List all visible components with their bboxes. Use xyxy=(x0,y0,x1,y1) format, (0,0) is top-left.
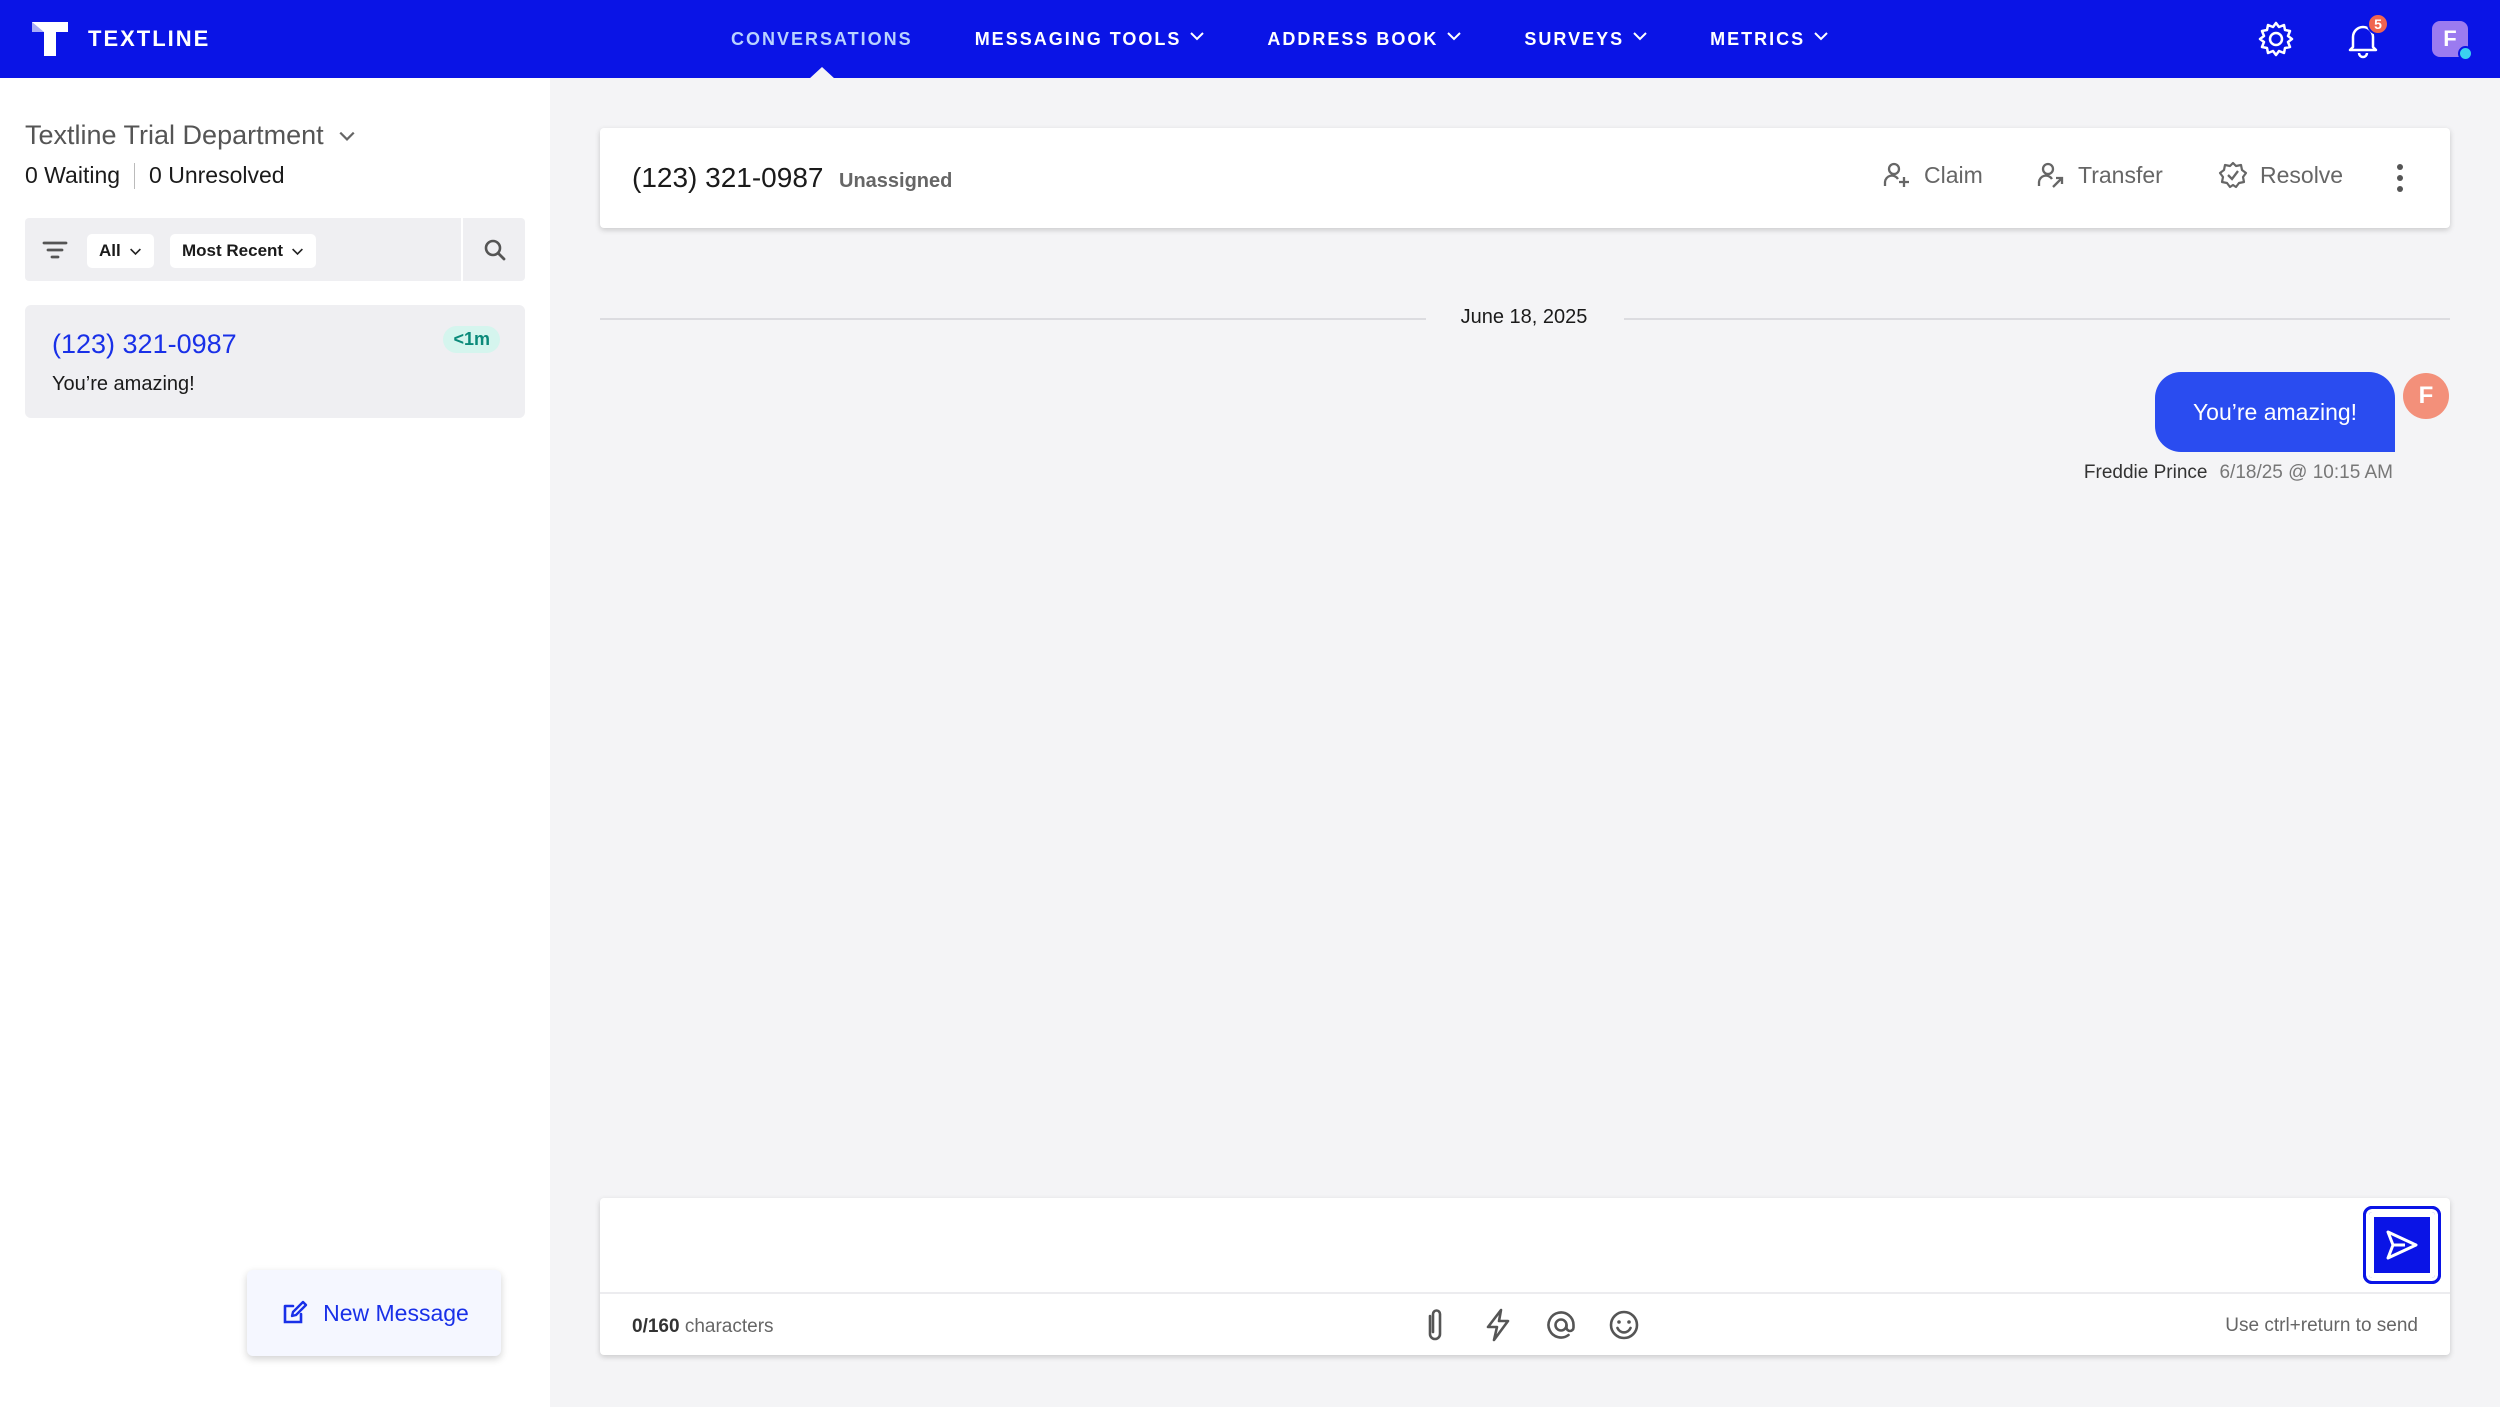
user-transfer-icon xyxy=(2037,162,2064,188)
search-icon[interactable] xyxy=(480,235,510,265)
nav-surveys[interactable]: SURVEYS xyxy=(1493,0,1679,78)
settings-gear-icon[interactable] xyxy=(2256,19,2296,59)
nav-label: SURVEYS xyxy=(1524,28,1625,49)
lightning-icon[interactable] xyxy=(1479,1306,1517,1344)
top-nav: TEXTLINE CONVERSATIONS MESSAGING TOOLS A… xyxy=(0,0,2500,79)
department-selector[interactable]: Textline Trial Department xyxy=(25,120,356,151)
transfer-button[interactable]: Transfer xyxy=(2036,160,2163,190)
character-counter: 0/160 characters xyxy=(632,1316,774,1338)
date-divider-line xyxy=(600,318,1426,320)
mention-icon[interactable] xyxy=(1542,1306,1580,1344)
chevron-down-icon xyxy=(292,247,304,255)
claim-button[interactable]: Claim xyxy=(1882,160,1983,190)
sender-initial: F xyxy=(2418,382,2434,409)
resolve-label: Resolve xyxy=(2260,161,2344,188)
user-initial: F xyxy=(2443,26,2457,51)
date-divider-line xyxy=(1624,318,2450,320)
attachment-icon[interactable] xyxy=(1416,1306,1454,1344)
new-message-label: New Message xyxy=(323,1299,469,1326)
transfer-label: Transfer xyxy=(2078,161,2163,188)
sender-avatar: F xyxy=(2403,373,2449,419)
divider xyxy=(600,1292,2450,1294)
sort-label: Most Recent xyxy=(182,241,284,260)
message-input[interactable] xyxy=(600,1198,2350,1292)
filter-all-dropdown[interactable]: All xyxy=(87,234,154,268)
filter-icon[interactable] xyxy=(41,236,69,264)
user-avatar[interactable]: F xyxy=(2432,21,2473,61)
presence-indicator xyxy=(2458,46,2473,61)
check-badge-icon xyxy=(2218,161,2248,189)
unresolved-count[interactable]: 0 Unresolved xyxy=(149,162,285,189)
message-meta: Freddie Prince 6/18/25 @ 10:15 AM xyxy=(2084,462,2393,484)
chevron-down-icon xyxy=(1633,32,1647,41)
send-shortcut-hint: Use ctrl+return to send xyxy=(2225,1315,2418,1336)
message-text: You’re amazing! xyxy=(2192,398,2358,425)
contact-phone: (123) 321-0987 xyxy=(632,162,824,193)
nav-address-book[interactable]: ADDRESS BOOK xyxy=(1236,0,1493,78)
conversation-age-badge: <1m xyxy=(443,326,500,353)
more-options-icon[interactable] xyxy=(2388,161,2412,195)
waiting-count[interactable]: 0 Waiting xyxy=(25,162,120,189)
message-composer: 0/160 characters Use ctrl+return to send xyxy=(600,1198,2450,1355)
message-timestamp: 6/18/25 @ 10:15 AM xyxy=(2219,462,2393,483)
character-count-suffix: characters xyxy=(679,1316,774,1337)
resolve-button[interactable]: Resolve xyxy=(2218,160,2343,190)
filter-all-label: All xyxy=(99,241,121,260)
notifications-bell[interactable]: 5 xyxy=(2343,13,2389,59)
textline-logo-icon xyxy=(32,22,68,56)
main-nav: CONVERSATIONS MESSAGING TOOLS ADDRESS BO… xyxy=(700,0,1860,79)
user-plus-icon xyxy=(1883,162,1909,187)
conversation-counts: 0 Waiting 0 Unresolved xyxy=(25,162,285,189)
conversation-phone: (123) 321-0987 xyxy=(52,329,237,359)
conversation-snippet: You’re amazing! xyxy=(52,373,195,395)
compose-icon xyxy=(283,1300,308,1324)
nav-label: METRICS xyxy=(1710,28,1806,49)
nav-label: CONVERSATIONS xyxy=(731,28,913,49)
nav-metrics[interactable]: METRICS xyxy=(1679,0,1860,78)
nav-conversations[interactable]: CONVERSATIONS xyxy=(700,0,944,79)
message-sender: Freddie Prince xyxy=(2083,462,2208,483)
new-message-button[interactable]: New Message xyxy=(247,1270,501,1356)
message-bubble[interactable]: You’re amazing! xyxy=(2155,372,2395,452)
character-count-value: 0/160 xyxy=(632,1316,680,1337)
conversation-header: (123) 321-0987 Unassigned Claim Transfer… xyxy=(600,128,2450,228)
chevron-down-icon xyxy=(339,131,355,141)
send-icon xyxy=(2386,1230,2418,1260)
settings-gear-icon[interactable] xyxy=(1405,19,1445,59)
chevron-down-icon xyxy=(1447,32,1462,41)
chevron-down-icon xyxy=(1814,32,1828,41)
divider xyxy=(134,162,136,189)
department-name: Textline Trial Department xyxy=(25,120,324,150)
brand[interactable]: TEXTLINE xyxy=(30,20,210,58)
assignment-status: Unassigned xyxy=(839,170,953,192)
chevron-down-icon xyxy=(1190,32,1205,41)
conversation-sidebar: Textline Trial Department 0 Waiting 0 Un… xyxy=(0,78,550,1407)
chevron-down-icon xyxy=(129,247,141,255)
send-button[interactable] xyxy=(2363,1206,2441,1284)
sort-dropdown[interactable]: Most Recent xyxy=(170,234,317,268)
nav-messaging-tools[interactable]: MESSAGING TOOLS xyxy=(944,0,1237,78)
conversation-list-item[interactable]: (123) 321-0987 <1m You’re amazing! xyxy=(25,305,525,418)
filter-bar: All Most Recent xyxy=(25,218,525,281)
brand-name: TEXTLINE xyxy=(88,26,211,51)
emoji-icon[interactable] xyxy=(1605,1306,1643,1344)
notification-badge: 5 xyxy=(2367,13,2389,35)
divider xyxy=(461,218,463,281)
nav-label: MESSAGING TOOLS xyxy=(974,28,1182,49)
date-divider: June 18, 2025 xyxy=(1460,306,1588,328)
claim-label: Claim xyxy=(1924,161,1983,188)
